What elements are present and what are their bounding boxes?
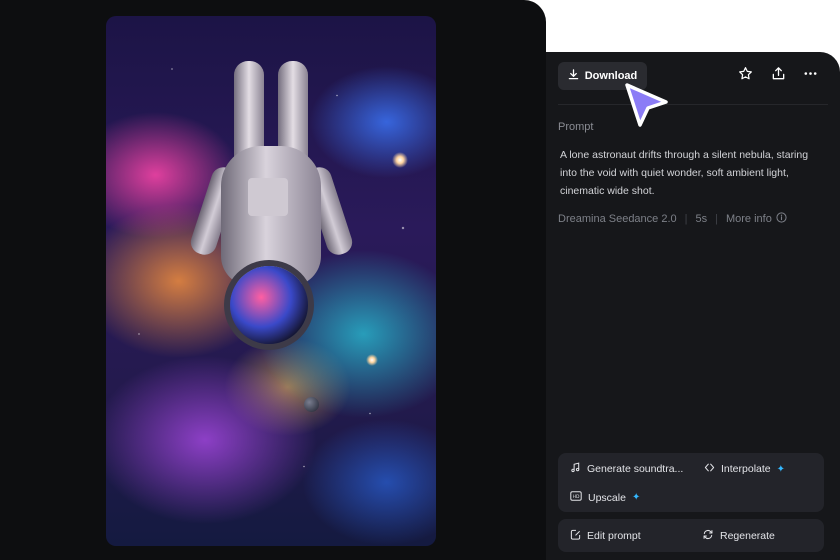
interpolate-button[interactable]: Interpolate ✦ [704,462,785,476]
regenerate-icon [702,529,714,543]
bottom-actions: Edit prompt Regenerate [558,519,824,552]
prompt-text: A lone astronaut drifts through a silent… [560,149,809,197]
generated-image-astronaut-nebula[interactable] [106,16,436,546]
favorite-button[interactable] [735,66,755,86]
share-icon [771,66,786,86]
media-viewer [0,0,546,560]
edit-prompt-button[interactable]: Edit prompt [570,529,641,543]
regenerate-button[interactable]: Regenerate [702,529,775,543]
edit-icon [570,529,581,543]
generation-meta: Dreamina Seedance 2.0 | 5s | More info [558,212,787,226]
prompt-label: Prompt [558,121,594,133]
more-icon [803,66,818,86]
download-icon [568,69,579,83]
more-info-link[interactable]: More info [726,212,787,226]
cursor-icon [622,80,672,130]
enhance-actions: Generate soundtra... Interpolate ✦ HD Up… [558,453,824,512]
music-note-icon [570,462,581,476]
upscale-label: Upscale [588,491,626,504]
info-icon [776,212,787,226]
interpolate-label: Interpolate [721,463,771,475]
upscale-button[interactable]: HD Upscale ✦ [570,491,640,504]
more-info-label: More info [725,213,772,225]
generate-soundtrack-label: Generate soundtra... [587,463,684,475]
sparkle-icon: ✦ [631,492,641,503]
details-panel: Download Prompt A lone astronaut drifts … [546,52,840,560]
divider [558,104,828,105]
star-icon [738,66,753,86]
more-options-button[interactable] [800,66,820,86]
model-name: Dreamina Seedance 2.0 [558,213,677,225]
edit-prompt-label: Edit prompt [587,530,641,542]
sparkle-icon: ✦ [776,463,786,475]
duration: 5s [695,213,708,225]
svg-text:HD: HD [573,494,580,500]
share-button[interactable] [768,66,788,86]
generate-soundtrack-button[interactable]: Generate soundtra... [570,462,683,476]
upscale-icon: HD [570,491,582,504]
regenerate-label: Regenerate [720,530,775,542]
interpolate-icon [704,462,715,476]
